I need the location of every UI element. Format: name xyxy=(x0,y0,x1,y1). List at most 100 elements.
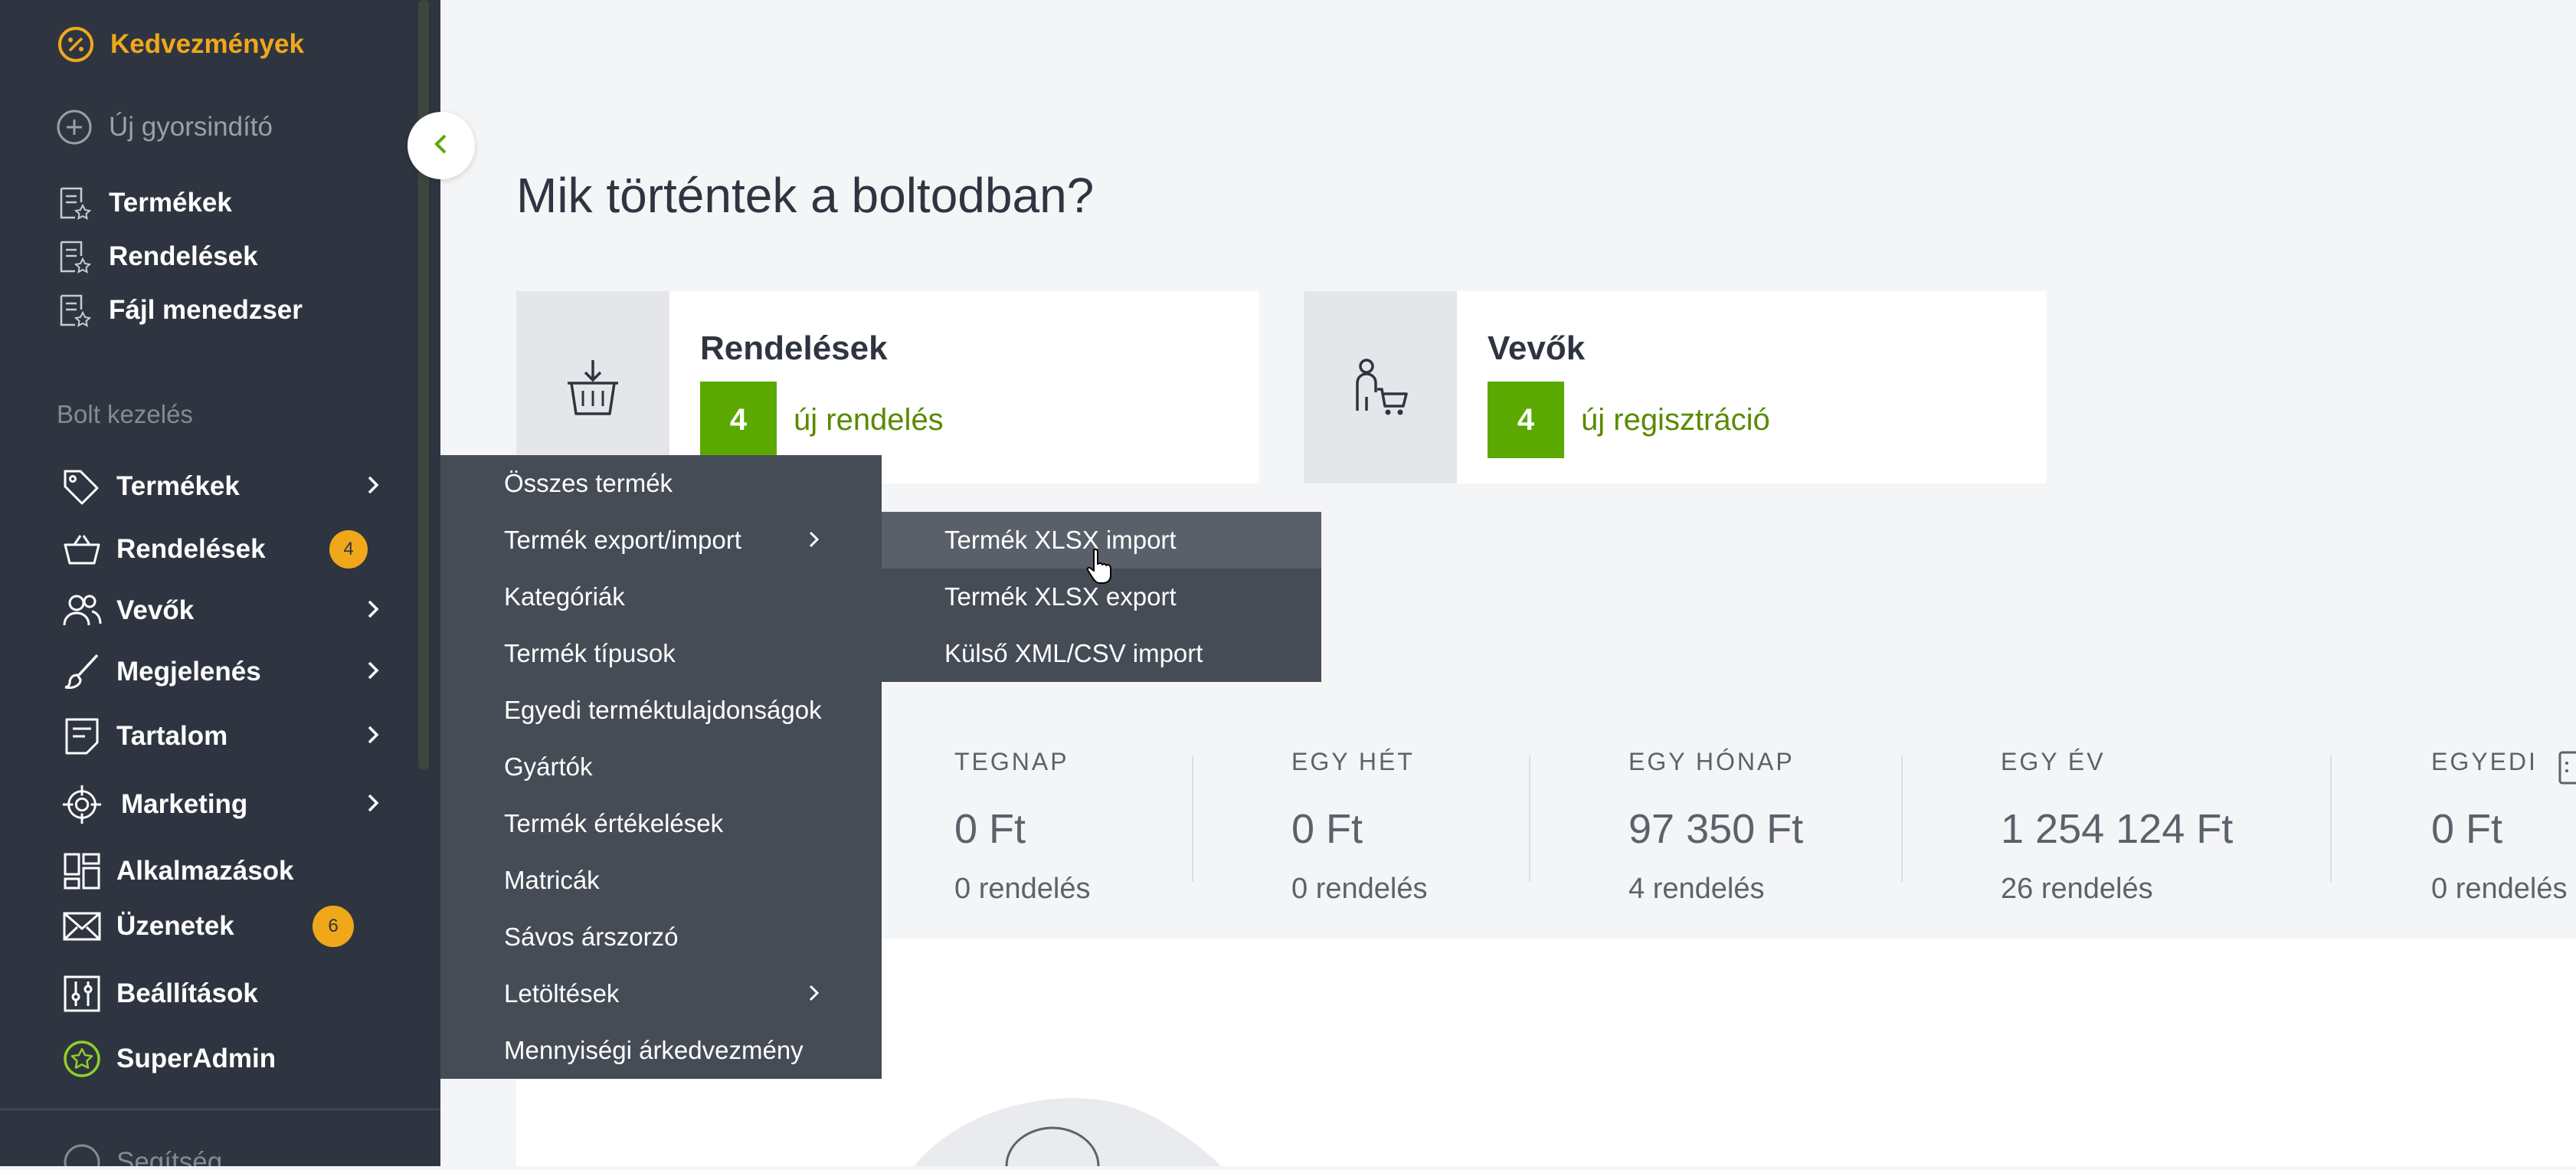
person-cart-icon xyxy=(1304,291,1457,483)
sidebar-item-label: Vevők xyxy=(116,595,195,625)
chevron-right-icon xyxy=(365,791,383,818)
envelope-icon xyxy=(61,906,103,947)
sidebar-item-label: Termékek xyxy=(109,188,232,218)
stat-label: EGY ÉV xyxy=(2001,748,2106,775)
menu-item-gyartok[interactable]: Gyártók xyxy=(504,752,593,782)
customers-card-title: Vevők xyxy=(1488,329,1586,367)
chevron-right-icon xyxy=(365,659,383,686)
sidebar-divider xyxy=(0,1109,440,1110)
new-registrations-link[interactable]: új regisztráció xyxy=(1581,403,1770,438)
stat-label: EGY HÓNAP xyxy=(1628,748,1795,775)
brush-icon xyxy=(61,651,103,693)
sidebar: Kedvezmények Új gyorsindító Termékek Ren… xyxy=(0,0,440,1166)
sidebar-item-label: Megjelenés xyxy=(116,657,261,687)
stat-divider xyxy=(1529,755,1530,882)
chevron-left-icon xyxy=(430,131,453,161)
sidebar-item-fajl-menedzser[interactable]: Fájl menedzser xyxy=(54,290,303,331)
chevron-right-icon xyxy=(807,529,822,554)
new-orders-link[interactable]: új rendelés xyxy=(794,403,944,438)
sidebar-item-alkalmazasok[interactable]: Alkalmazások xyxy=(61,850,294,892)
stat-label: TEGNAP xyxy=(954,748,1069,775)
menu-item-savos-arszorzo[interactable]: Sávos árszorzó xyxy=(504,923,678,952)
plus-circle-icon xyxy=(54,107,95,148)
percent-circle-icon xyxy=(55,24,97,65)
stat-label: EGY HÉT xyxy=(1291,748,1415,775)
chevron-right-icon xyxy=(365,474,383,500)
stat-value: 0 Ft xyxy=(1291,806,1363,852)
sidebar-item-label: Kedvezmények xyxy=(110,29,304,59)
sidebar-item-marketing[interactable]: Marketing xyxy=(61,784,383,825)
star-circle-icon xyxy=(61,1038,103,1080)
menu-item-termek-ertekelesek[interactable]: Termék értékelések xyxy=(504,809,723,838)
sidebar-item-label: SuperAdmin xyxy=(116,1044,277,1073)
stat-label: EGYEDI xyxy=(2431,748,2538,775)
sidebar-item-vevok[interactable]: Vevők xyxy=(61,590,383,631)
sidebar-item-label: Segítség xyxy=(116,1147,223,1166)
sidebar-item-megjelenes[interactable]: Megjelenés xyxy=(61,651,383,693)
chevron-right-icon xyxy=(365,723,383,750)
stat-orders: 0 rendelés xyxy=(954,873,1091,905)
sidebar-item-quick-termekek[interactable]: Termékek xyxy=(54,182,232,224)
menu-item-mennyisegi-arkedvezmeny[interactable]: Mennyiségi árkedvezmény xyxy=(504,1036,804,1065)
sidebar-item-tartalom[interactable]: Tartalom xyxy=(61,716,383,757)
sidebar-item-label: Rendelések xyxy=(109,241,258,271)
stat-week[interactable]: EGY HÉT 0 Ft 0 rendelés xyxy=(1291,736,1427,906)
stat-orders: 0 rendelés xyxy=(2431,873,2568,905)
calendar-icon[interactable] xyxy=(2557,746,2576,790)
menu-item-termek-export-import[interactable]: Termék export/import xyxy=(504,526,741,555)
sidebar-item-label: Beállítások xyxy=(116,978,258,1008)
new-registrations-count: 4 xyxy=(1488,382,1564,458)
menu-item-osszes-termek[interactable]: Összes termék xyxy=(504,469,673,498)
stat-orders: 26 rendelés xyxy=(2001,873,2153,905)
sidebar-section-label: Bolt kezelés xyxy=(57,400,193,428)
stat-custom[interactable]: EGYEDI 0 Ft 0 rendelés xyxy=(2431,736,2567,906)
stat-divider xyxy=(1192,755,1193,882)
stat-year[interactable]: EGY ÉV 1 254 124 Ft 26 rendelés xyxy=(2001,736,2233,906)
export-import-submenu: Termék XLSX import Termék XLSX export Kü… xyxy=(882,512,1321,682)
stat-value: 0 Ft xyxy=(954,806,1026,852)
basket-icon xyxy=(61,529,103,570)
sidebar-collapse-button[interactable] xyxy=(408,112,475,179)
list-star-icon xyxy=(54,290,95,331)
sidebar-item-label: Fájl menedzser xyxy=(109,295,303,325)
list-star-icon xyxy=(54,182,95,224)
sidebar-item-uzenetek[interactable]: Üzenetek 6 xyxy=(61,906,354,947)
list-star-icon xyxy=(54,236,95,277)
stat-orders: 4 rendelés xyxy=(1628,873,1765,905)
users-icon xyxy=(61,590,103,631)
menu-item-matricak[interactable]: Matricák xyxy=(504,866,600,895)
sidebar-item-rendelesek[interactable]: Rendelések 4 xyxy=(61,529,368,570)
sidebar-item-segitseg[interactable]: Segítség xyxy=(61,1142,222,1166)
messages-count-badge: 6 xyxy=(313,906,354,947)
sidebar-item-label: Üzenetek xyxy=(116,911,234,941)
menu-item-kategoriak[interactable]: Kategóriák xyxy=(504,582,625,611)
stat-yesterday[interactable]: TEGNAP 0 Ft 0 rendelés xyxy=(954,736,1090,906)
sidebar-item-quick-rendelesek[interactable]: Rendelések xyxy=(54,236,258,277)
sidebar-item-kedvezmenyek[interactable]: Kedvezmények xyxy=(55,24,304,65)
sidebar-item-superadmin[interactable]: SuperAdmin xyxy=(61,1038,276,1080)
products-flyout-menu: Összes termék Termék export/import Kateg… xyxy=(440,455,882,1079)
sidebar-item-label: Alkalmazások xyxy=(116,856,294,886)
menu-item-egyedi-termektulajdonsagok[interactable]: Egyedi terméktulajdonságok xyxy=(504,696,822,725)
new-orders-count: 4 xyxy=(700,382,777,458)
stat-orders: 0 rendelés xyxy=(1291,873,1428,905)
customers-card[interactable]: Vevők 4 új regisztráció xyxy=(1304,291,2047,483)
stat-value: 0 Ft xyxy=(2431,806,2503,852)
hand-cursor-icon xyxy=(1086,547,1114,588)
document-icon xyxy=(61,716,103,757)
chevron-right-icon xyxy=(365,598,383,624)
sidebar-item-label: Termékek xyxy=(116,471,240,501)
orders-card-title: Rendelések xyxy=(700,329,888,367)
sidebar-item-termekek[interactable]: Termékek xyxy=(61,466,383,507)
stat-value: 97 350 Ft xyxy=(1628,806,1804,852)
menu-item-letoltesek[interactable]: Letöltések xyxy=(504,979,619,1008)
sidebar-item-uj-gyorsindito[interactable]: Új gyorsindító xyxy=(54,107,273,148)
apps-grid-icon xyxy=(61,850,103,892)
tag-icon xyxy=(61,466,103,507)
menu-item-kulso-xml-csv-import[interactable]: Külső XML/CSV import xyxy=(882,625,1321,682)
stat-divider xyxy=(2330,755,2332,882)
stat-month[interactable]: EGY HÓNAP 97 350 Ft 4 rendelés xyxy=(1628,736,1803,906)
menu-item-termek-tipusok[interactable]: Termék típusok xyxy=(504,639,676,668)
sidebar-item-beallitasok[interactable]: Beállítások xyxy=(61,973,258,1014)
target-icon xyxy=(61,784,103,825)
